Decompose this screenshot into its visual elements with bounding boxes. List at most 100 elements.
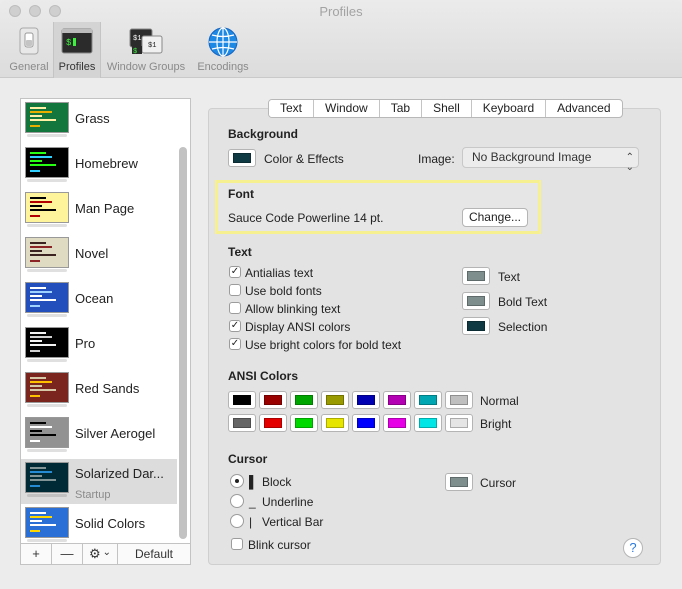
thumbnail-shadow [27,134,67,137]
profile-name: Grass [75,111,110,126]
thumbnail-shadow [27,539,67,542]
toolbar-item-window-groups[interactable]: $1 $1 $ Window Groups [104,22,188,78]
text-color-well[interactable] [462,267,490,285]
toolbar-item-encodings[interactable]: Encodings [193,22,253,78]
tab-text[interactable]: Text [269,100,315,117]
profile-item[interactable]: Novel [21,234,177,279]
remove-profile-button[interactable]: — [52,544,83,564]
profile-thumbnail [25,462,69,493]
ansi-normal-color-well[interactable] [228,391,256,409]
profile-item[interactable]: Pro [21,324,177,369]
profile-item[interactable]: Solarized Dar... Startup [21,459,177,504]
text-option-checkbox[interactable]: ✓ [229,266,241,278]
text-option-label: Antialias text [245,266,314,280]
ansi-bright-color-well[interactable] [414,414,442,432]
profile-name: Red Sands [75,381,140,396]
profile-name: Ocean [75,291,114,306]
thumbnail-text-line [30,475,42,477]
ansi-normal-color-well[interactable] [321,391,349,409]
profile-name: Man Page [75,201,135,216]
ansi-normal-color-well[interactable] [352,391,380,409]
tab-tab[interactable]: Tab [380,100,423,117]
profile-thumbnail [25,507,69,538]
ansi-color-fill [326,418,344,428]
text-option-checkbox[interactable] [229,302,241,314]
toolbar-item-general[interactable]: General [6,22,52,78]
profile-item[interactable]: Grass [21,99,177,144]
ansi-normal-color-well[interactable] [259,391,287,409]
thumbnail-text-line [30,485,40,487]
text-section-title: Text [228,245,252,259]
help-button[interactable]: ? [623,538,643,558]
toolbar-label-encodings: Encodings [197,61,249,73]
cursor-color-well[interactable] [445,473,473,491]
ansi-bright-color-well[interactable] [445,414,473,432]
text-option-label: Allow blinking text [245,302,341,316]
window-groups-icon: $1 $1 $ [129,28,163,56]
thumbnail-text-line [30,107,46,109]
settings-tabs: Text Window Tab Shell Keyboard Advanced [268,99,623,118]
globe-icon [208,27,238,57]
text-color-well[interactable] [462,292,490,310]
text-color-label: Text [498,270,521,284]
tab-keyboard[interactable]: Keyboard [472,100,547,117]
tab-window[interactable]: Window [314,100,380,117]
profile-item[interactable]: Solid Colors [21,504,177,543]
blink-cursor-checkbox[interactable] [231,538,243,550]
tab-shell[interactable]: Shell [422,100,472,117]
thumbnail-text-line [30,209,56,211]
profile-item[interactable]: Red Sands [21,369,177,414]
text-option-checkbox[interactable] [229,284,241,296]
profile-actions-menu-button[interactable]: ⚙ ⌄ [83,544,118,564]
add-profile-button[interactable]: + [21,544,52,564]
toolbar-item-profiles[interactable]: $ Profiles [53,22,101,78]
tab-advanced[interactable]: Advanced [546,100,621,117]
blink-cursor-label: Blink cursor [248,538,311,552]
thumbnail-text-line [30,299,56,301]
thumbnail-text-line [30,350,40,352]
ansi-bright-color-well[interactable] [321,414,349,432]
background-color-well[interactable] [228,149,256,167]
thumbnail-shadow [27,179,67,182]
profile-item[interactable]: Silver Aerogel [21,414,177,459]
profile-list[interactable]: Grass Homebrew Man Page Novel Ocean Pro Red Sa… [20,98,191,544]
ansi-normal-color-well[interactable] [383,391,411,409]
profile-item[interactable]: Man Page [21,189,177,234]
default-profile-button[interactable]: Default [118,544,190,564]
thumbnail-text-line [30,395,40,397]
thumbnail-text-line [30,336,52,338]
ansi-color-fill [326,395,344,405]
profile-name: Silver Aerogel [75,426,156,441]
chevron-down-icon: ⌄ [102,547,112,558]
ansi-normal-color-well[interactable] [414,391,442,409]
profile-thumbnail [25,282,69,313]
ansi-bright-color-well[interactable] [259,414,287,432]
ansi-normal-color-well[interactable] [445,391,473,409]
profile-item[interactable]: Homebrew [21,144,177,189]
ansi-bright-color-well[interactable] [290,414,318,432]
thumbnail-text-line [30,530,40,532]
text-option-checkbox[interactable]: ✓ [229,338,241,350]
ansi-bright-color-well[interactable] [383,414,411,432]
svg-text:$1: $1 [133,35,141,43]
profile-list-scrollbar[interactable] [179,147,187,539]
ansi-bright-color-well[interactable] [352,414,380,432]
ansi-normal-color-well[interactable] [290,391,318,409]
cursor-style-radio[interactable] [230,514,244,528]
text-color-fill [467,296,485,306]
profile-thumbnail [25,237,69,268]
font-value: Sauce Code Powerline 14 pt. [228,211,384,225]
thumbnail-text-line [30,287,46,289]
text-color-well[interactable] [462,317,490,335]
thumbnail-text-line [30,254,56,256]
change-font-button[interactable]: Change... [462,208,528,227]
profile-thumbnail [25,147,69,178]
cursor-style-radio[interactable] [230,474,244,488]
profile-item[interactable]: Ocean [21,279,177,324]
background-section-title: Background [228,127,299,141]
ansi-bright-color-well[interactable] [228,414,256,432]
ansi-color-fill [264,418,282,428]
text-option-checkbox[interactable]: ✓ [229,320,241,332]
cursor-style-radio[interactable] [230,494,244,508]
background-image-popup[interactable]: No Background Image ⌃ ⌄ [462,147,639,173]
